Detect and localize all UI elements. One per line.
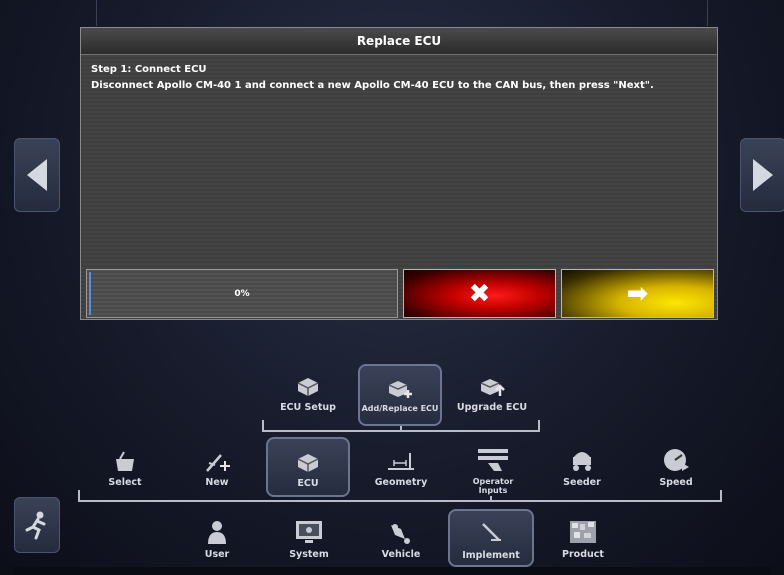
menu-label: Implement — [462, 550, 520, 561]
system-icon — [294, 517, 324, 545]
progress-bar: 0% — [86, 269, 398, 318]
menu-ecu[interactable]: ECU — [266, 437, 350, 497]
menu-seeder[interactable]: Seeder — [556, 445, 608, 488]
submenu-connector-stem — [400, 426, 402, 432]
menu-ecu-setup[interactable]: ECU Setup — [276, 370, 340, 413]
arrow-right-icon — [753, 159, 773, 191]
implement-icon — [477, 518, 505, 546]
menu-label: User — [204, 549, 230, 560]
menu-system[interactable]: System — [282, 517, 336, 560]
ecu-upgrade-icon — [478, 370, 506, 398]
previous-page-button[interactable] — [14, 138, 60, 212]
next-page-button[interactable] — [740, 138, 784, 212]
cancel-button[interactable]: ✖ — [403, 269, 556, 318]
menu-label: New — [205, 477, 229, 488]
ecu-icon — [295, 446, 321, 474]
menu-user[interactable]: User — [190, 517, 244, 560]
menu-label: Geometry — [374, 477, 428, 488]
run-button[interactable] — [14, 497, 60, 553]
menu-operator-inputs[interactable]: Operator Inputs — [462, 445, 524, 495]
seeder-icon — [568, 445, 596, 473]
menu-label: Speed — [659, 477, 693, 488]
menu-geometry[interactable]: Geometry — [370, 445, 432, 488]
step-label: Step 1: Connect ECU — [91, 64, 207, 75]
menu-label: ECU Setup — [280, 402, 336, 413]
x-icon: ✖ — [468, 278, 491, 309]
menu-label: Seeder — [563, 477, 601, 488]
operator-inputs-icon — [476, 445, 510, 473]
menu-label: Add/Replace ECU — [361, 404, 439, 413]
vehicle-icon — [387, 517, 415, 545]
menu-label: ECU — [297, 478, 319, 489]
top-frame — [96, 0, 708, 26]
menu-implement[interactable]: Implement — [448, 509, 534, 567]
geometry-icon — [386, 445, 416, 473]
new-implement-icon — [203, 445, 231, 473]
menu-label: Vehicle — [381, 549, 421, 560]
menu-upgrade-ecu[interactable]: Upgrade ECU — [454, 370, 530, 413]
menu-label: Select — [108, 477, 142, 488]
menu-new[interactable]: New — [192, 445, 242, 488]
replace-ecu-dialog: Replace ECU Step 1: Connect ECU Disconne… — [80, 27, 718, 320]
speed-icon — [662, 445, 690, 473]
arrow-left-icon — [27, 159, 47, 191]
progress-fill — [89, 272, 91, 315]
menu-add-replace-ecu[interactable]: Add/Replace ECU — [358, 364, 442, 426]
menu-label: System — [289, 549, 329, 560]
menu-label: Upgrade ECU — [456, 402, 528, 413]
bottom-strip — [14, 567, 770, 575]
implement-menu-connector — [78, 490, 722, 502]
running-man-icon — [25, 511, 46, 540]
product-icon — [568, 517, 598, 545]
basket-icon — [112, 445, 138, 473]
dialog-title: Replace ECU — [81, 28, 717, 55]
menu-label: Product — [562, 549, 604, 560]
user-icon — [206, 517, 228, 545]
menu-speed[interactable]: Speed — [650, 445, 702, 488]
arrow-right-icon: ➡ — [626, 278, 649, 309]
menu-select[interactable]: Select — [100, 445, 150, 488]
menu-vehicle[interactable]: Vehicle — [374, 517, 428, 560]
next-button[interactable]: ➡ — [561, 269, 714, 318]
instruction-text: Disconnect Apollo CM-40 1 and connect a … — [91, 80, 654, 91]
progress-text: 0% — [234, 288, 250, 299]
menu-product[interactable]: Product — [556, 517, 610, 560]
dialog-actions: 0% ✖ ➡ — [86, 269, 714, 318]
ecu-icon — [295, 370, 321, 398]
dialog-body: Step 1: Connect ECU Disconnect Apollo CM… — [81, 55, 717, 101]
ecu-add-icon — [386, 372, 414, 400]
implement-menu-connector-stem — [490, 496, 492, 502]
